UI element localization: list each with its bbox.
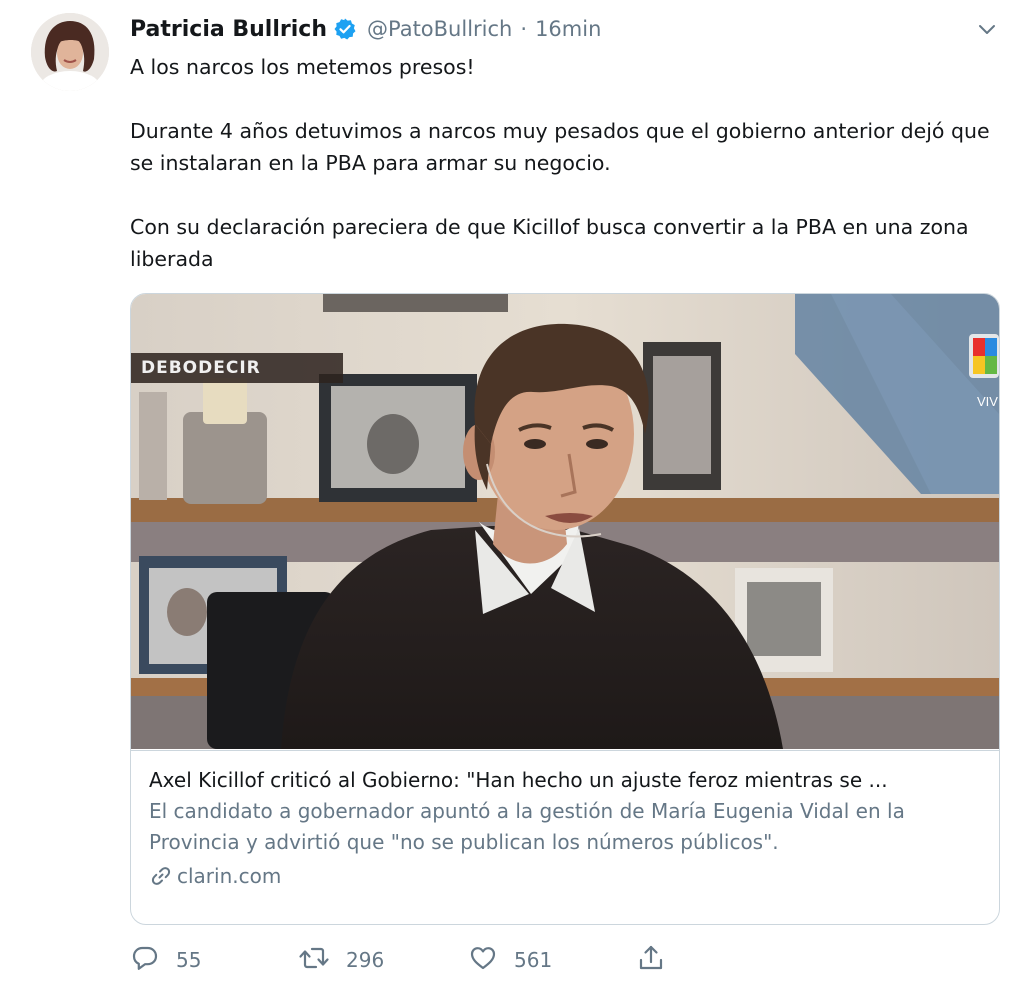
- card-domain-text: clarin.com: [177, 864, 282, 888]
- card-title: Axel Kicillof criticó al Gobierno: "Han …: [149, 768, 888, 792]
- reply-count: 55: [176, 948, 202, 972]
- share-button[interactable]: [636, 940, 666, 980]
- retweet-icon: [298, 943, 330, 977]
- share-icon: [636, 943, 666, 977]
- like-count: 561: [514, 948, 553, 972]
- reply-icon: [130, 943, 160, 977]
- tweet: Patricia Bullrich @PatoBullrich · 16min …: [0, 0, 1024, 993]
- link-icon: [149, 864, 173, 888]
- tweet-text-paragraph: Durante 4 años detuvimos a narcos muy pe…: [130, 119, 990, 175]
- card-description: El candidato a gobernador apuntó a la ge…: [149, 799, 905, 854]
- reply-button[interactable]: 55: [130, 940, 201, 980]
- timestamp[interactable]: 16min: [535, 17, 601, 41]
- card-image: VIV DEBODECIR: [131, 294, 999, 749]
- separator-dot: ·: [520, 17, 528, 41]
- user-handle[interactable]: @PatoBullrich: [367, 17, 512, 41]
- card-domain: clarin.com: [149, 864, 981, 888]
- channel-logo-text: VIV: [977, 394, 998, 409]
- retweet-count: 296: [346, 948, 385, 972]
- card-image-label: DEBODECIR: [131, 353, 343, 383]
- retweet-button[interactable]: 296: [298, 940, 384, 980]
- tweet-header: Patricia Bullrich @PatoBullrich · 16min: [130, 12, 601, 46]
- avatar[interactable]: [31, 13, 109, 91]
- tweet-text: A los narcos los metemos presos! Durante…: [130, 51, 1000, 275]
- tweet-text-line: A los narcos los metemos presos!: [130, 55, 475, 79]
- tweet-text-paragraph: Con su declaración pareciera de que Kici…: [130, 215, 969, 271]
- link-preview-card[interactable]: VIV DEBODECIR Axel Kicillof criticó al G…: [130, 293, 1000, 925]
- card-body: Axel Kicillof criticó al Gobierno: "Han …: [131, 750, 999, 924]
- heart-icon: [468, 943, 498, 977]
- tweet-actions: 55 296 561: [130, 940, 690, 980]
- verified-badge-icon: [333, 17, 357, 41]
- chevron-down-icon[interactable]: [972, 14, 1002, 44]
- like-button[interactable]: 561: [468, 940, 552, 980]
- display-name[interactable]: Patricia Bullrich: [130, 17, 327, 42]
